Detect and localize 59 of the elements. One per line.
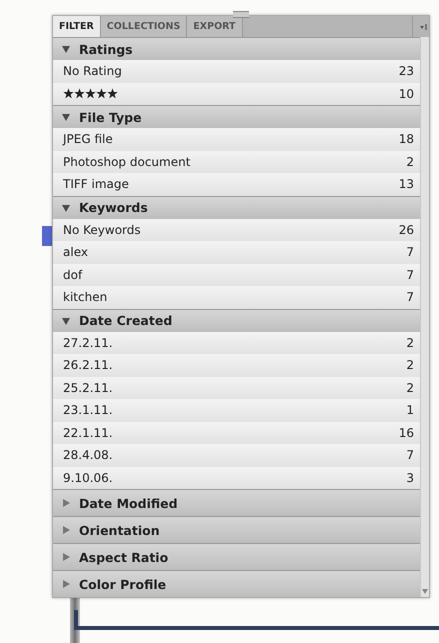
expanded-triangle-icon — [61, 202, 71, 212]
filter-option[interactable]: No Rating — [63, 64, 122, 78]
item-count: 1 — [406, 403, 414, 418]
panel-tab[interactable]: COLLECTIONS — [100, 16, 188, 37]
item-count: 7 — [406, 448, 414, 462]
item-count: 7 — [406, 290, 414, 304]
item-count: 2 — [406, 336, 414, 350]
collapsed-triangle-icon — [61, 552, 71, 562]
filter-option[interactable]: JPEG file — [63, 132, 113, 146]
scroll-down-icon[interactable] — [422, 589, 428, 594]
item-count: 7 — [406, 245, 414, 260]
item-count: 7 — [406, 268, 414, 282]
item-count: 2 — [406, 154, 414, 169]
filter-option[interactable]: 25.2.11. — [63, 380, 113, 395]
filter-option[interactable]: Photoshop document — [63, 154, 190, 169]
filter-option[interactable]: 23.1.11. — [63, 403, 113, 418]
section-header[interactable]: Aspect Ratio — [53, 543, 420, 570]
filter-option[interactable]: dof — [63, 268, 82, 282]
section-header[interactable]: Color Profile — [53, 570, 420, 597]
star-icon — [63, 88, 74, 100]
expanded-triangle-icon — [61, 112, 71, 122]
section-header[interactable]: Date Modified — [53, 489, 420, 516]
filter-option[interactable]: 27.2.11. — [63, 336, 113, 350]
section-header[interactable]: File Type — [53, 105, 420, 128]
filter-option[interactable]: 9.10.06. — [63, 470, 113, 485]
section-header[interactable]: Keywords — [53, 196, 420, 218]
star-icon — [107, 88, 118, 100]
star-icon — [96, 88, 107, 100]
star-icon — [74, 88, 85, 100]
filter-option[interactable]: TIFF image — [63, 177, 129, 192]
star-icon — [85, 88, 96, 100]
collapsed-triangle-icon — [61, 579, 71, 589]
collapsed-triangle-icon — [61, 498, 71, 508]
filter-option[interactable]: No Keywords — [63, 222, 141, 237]
item-count: 2 — [406, 380, 414, 395]
section-header[interactable]: Ratings — [53, 37, 420, 60]
filter-option[interactable]: 22.1.11. — [63, 426, 113, 440]
item-count: 26 — [398, 222, 414, 237]
section-header[interactable]: Date Created — [53, 308, 420, 332]
item-count: 23 — [398, 64, 414, 78]
panel-tab[interactable]: FILTER — [53, 16, 101, 37]
item-count: 3 — [406, 470, 414, 485]
expanded-triangle-icon — [61, 44, 71, 54]
item-count: 2 — [406, 358, 414, 372]
item-count: 10 — [398, 86, 414, 101]
section-header[interactable]: Orientation — [53, 516, 420, 543]
filter-option[interactable]: 26.2.11. — [63, 358, 113, 372]
filter-option[interactable]: kitchen — [63, 290, 108, 304]
item-count: 18 — [398, 132, 414, 146]
panel-menu-icon[interactable] — [419, 22, 427, 30]
star-rating[interactable] — [63, 88, 118, 100]
collapsed-triangle-icon — [61, 525, 71, 535]
filter-option[interactable]: 28.4.08. — [63, 448, 113, 462]
item-count: 13 — [398, 177, 414, 192]
resize-grip-icon[interactable] — [233, 11, 249, 18]
item-count: 16 — [398, 426, 414, 440]
panel-tab[interactable]: EXPORT — [187, 16, 243, 37]
filter-option[interactable]: alex — [63, 245, 88, 260]
expanded-triangle-icon — [61, 316, 71, 326]
